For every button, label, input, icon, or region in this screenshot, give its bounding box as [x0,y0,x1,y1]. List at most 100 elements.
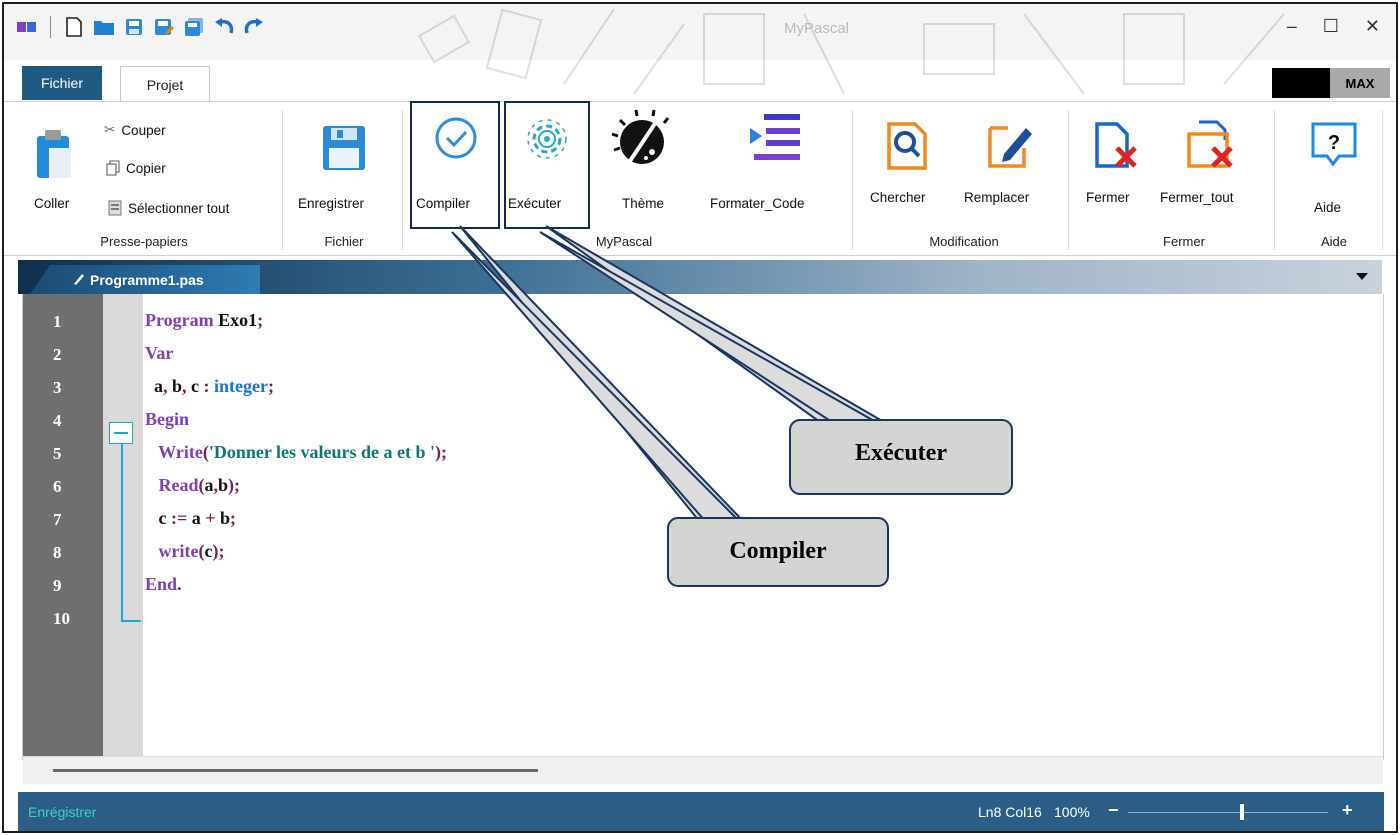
cut-label: Couper [121,122,166,138]
code-editor[interactable]: 1 2 3 4 5 6 7 8 9 10 Program Exo1; Var a… [22,294,1384,784]
undo-icon[interactable] [213,16,235,38]
close-file-icon [1095,122,1137,168]
code-token: + [205,508,216,528]
help-label: Aide [1314,200,1342,215]
code-token: a [204,475,214,495]
cursor-position: Ln8 Col16 [978,804,1042,820]
replace-label: Remplacer [964,190,1030,205]
horizontal-scrollbar[interactable] [23,756,1383,784]
close-file-button[interactable]: Fermer [1076,106,1152,230]
code-line-9: End. [145,574,182,595]
paste-button[interactable]: Coller [18,112,88,222]
code-line-8: write(c); [145,541,225,562]
save-as-icon[interactable] [153,16,175,38]
format-code-icon [750,114,800,160]
window-title: MyPascal [784,20,850,37]
theme-button[interactable]: Thème [600,106,680,230]
format-code-label: Formater_Code [710,196,805,211]
group-separator [1382,110,1383,250]
code-line-1: Program Exo1; [145,310,263,331]
cut-button[interactable]: ✂ Couper [104,122,166,138]
code-line-5: Write('Donner les valeurs de a et b '); [145,442,447,463]
zoom-slider[interactable] [1128,812,1328,813]
code-token: write [145,541,199,561]
code-token: ); [212,541,225,561]
group-label-help: Aide [1320,234,1348,249]
code-token: ; [230,508,237,528]
line-number: 4 [53,411,62,430]
open-folder-icon[interactable] [93,16,115,38]
code-token: c [145,508,171,528]
save-icon[interactable] [123,16,145,38]
select-all-button[interactable]: Sélectionner tout [108,200,229,216]
theme-moon-icon [611,109,670,166]
group-separator [1068,110,1069,250]
status-bar: Enrégistrer Ln8 Col16 100% − + [18,792,1384,831]
svg-text:?: ? [1328,132,1340,154]
pencil-icon [74,274,84,285]
copy-button[interactable]: Copier [106,160,166,176]
group-label-clipboard: Presse-papiers [100,234,188,249]
zoom-slider-handle[interactable] [1240,804,1244,820]
tab-fichier[interactable]: Fichier [22,66,102,100]
code-token: End [145,574,178,594]
help-button[interactable]: ? Aide [1284,106,1384,230]
code-token: Read [145,475,199,495]
line-number: 7 [53,510,62,529]
paste-label: Coller [34,196,70,211]
app-logo-icon [16,16,38,38]
tab-programme1[interactable]: Programme1.pas [30,265,260,294]
ribbon-tabs: Fichier Projet MAX [4,60,1396,102]
line-number: 8 [53,543,62,562]
close-all-button[interactable]: Fermer_tout [1156,106,1266,230]
search-document-icon [887,122,927,170]
code-token: ; [268,376,274,396]
zoom-out-button[interactable]: − [1108,800,1119,821]
search-label: Chercher [870,190,926,205]
code-token: Var [145,343,174,363]
scissors-icon: ✂ [104,122,116,137]
group-separator [282,110,283,250]
save-label: Enregistrer [298,196,365,211]
status-message: Enrégistrer [28,804,97,820]
minimize-icon[interactable]: – [1287,16,1297,37]
code-token: Begin [145,409,190,429]
fold-guide [121,444,123,620]
save-ribbon-button[interactable]: Enregistrer [294,112,394,222]
search-button[interactable]: Chercher [864,106,950,230]
maximize-icon[interactable]: ☐ [1323,16,1339,37]
tab-projet[interactable]: Projet [120,66,210,102]
redo-icon[interactable] [243,16,265,38]
copy-icon [106,160,120,176]
line-number-gutter: 1 2 3 4 5 6 7 8 9 10 [23,294,103,756]
select-all-icon [108,200,122,216]
code-line-7: c := a + b; [145,508,237,529]
compile-highlight [410,101,500,229]
help-question-icon: ? [1311,122,1357,167]
compile-callout-label: Compiler [729,538,827,564]
format-code-button[interactable]: Formater_Code [704,106,844,230]
close-icon[interactable]: ✕ [1365,16,1380,37]
tab-list-dropdown-icon[interactable] [1356,273,1368,280]
replace-button[interactable]: Remplacer [956,106,1060,230]
code-token: a [145,376,163,396]
line-number: 6 [53,477,62,496]
fold-guide-end [121,620,141,622]
max-button[interactable]: MAX [1330,68,1390,98]
fold-collapse-icon[interactable] [109,422,133,444]
code-line-4: Begin [145,409,189,430]
code-token: Write [145,442,203,462]
fold-margin [103,294,143,756]
group-separator [852,110,853,250]
scrollbar-thumb[interactable] [53,769,538,772]
new-file-icon[interactable] [63,16,85,38]
group-separator [402,110,403,250]
window-controls: – ☐ ✕ [1287,16,1380,37]
line-number: 3 [53,378,62,397]
edit-pencil-icon [988,126,1032,168]
code-token: a [187,508,206,528]
copy-label: Copier [126,160,166,176]
zoom-in-button[interactable]: + [1342,800,1353,821]
save-all-icon[interactable] [183,16,205,38]
line-number: 1 [53,312,62,331]
